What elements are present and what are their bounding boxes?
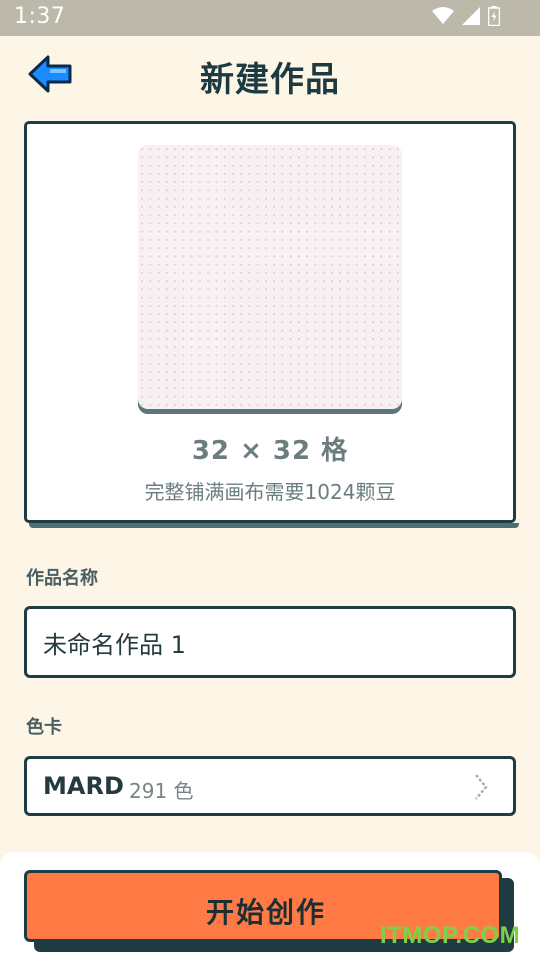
name-input[interactable]: [43, 609, 483, 675]
watermark: ITMOP.COM: [380, 922, 521, 949]
status-icons: [432, 6, 500, 26]
canvas-preview: [138, 145, 402, 409]
wifi-icon: [432, 7, 454, 24]
grid-size-label: 32 × 32 格: [191, 436, 349, 466]
status-bar: 1:37: [0, 0, 540, 36]
canvas-preview-card: 32 × 32 格 完整铺满画布需要1024颗豆: [24, 121, 519, 528]
palette-select[interactable]: MARD 291 色: [24, 756, 516, 816]
palette-name: MARD: [43, 772, 124, 800]
chevron-right-icon: [475, 774, 488, 800]
palette-field-label: 色卡: [26, 717, 62, 738]
page-title: 新建作品: [200, 60, 340, 100]
palette-color-count: 291 色: [129, 779, 194, 803]
signal-icon: [462, 7, 480, 25]
bead-count-hint: 完整铺满画布需要1024颗豆: [144, 480, 396, 504]
battery-icon: [488, 6, 500, 26]
name-field-label: 作品名称: [26, 568, 98, 589]
status-time: 1:37: [14, 4, 66, 29]
name-field[interactable]: [24, 606, 516, 678]
